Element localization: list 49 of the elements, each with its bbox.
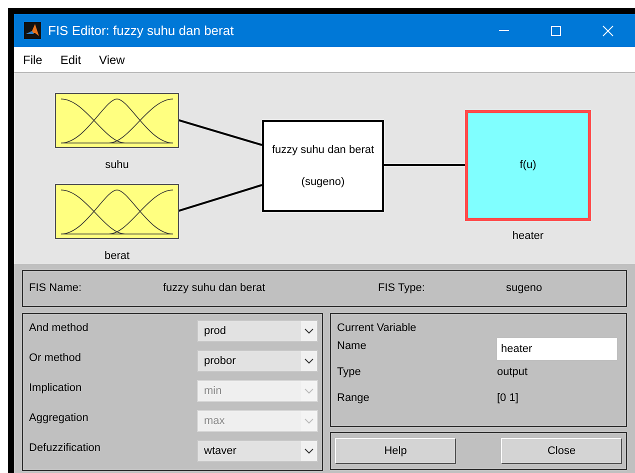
method-label: Defuzzification <box>29 441 102 456</box>
membership-function-drawing[interactable] <box>55 93 179 148</box>
dropdown-value: probor <box>203 354 237 369</box>
field-label: Name <box>337 339 368 354</box>
chevron-down-icon <box>301 351 317 371</box>
field-label: Range <box>337 391 370 406</box>
panel-title: Current Variable <box>337 321 418 336</box>
chevron-down-icon <box>301 441 317 461</box>
menu-item[interactable]: File <box>23 50 42 68</box>
dropdown-value: min <box>203 384 223 399</box>
fis-type-value: sugeno <box>506 281 542 296</box>
method-label: Or method <box>29 351 82 366</box>
dropdown-value: prod <box>203 324 228 339</box>
fis-type-label: FIS Type: <box>378 281 426 296</box>
method-label: And method <box>29 321 90 336</box>
fis-name-label: FIS Name: <box>29 281 83 296</box>
field-label: Type <box>337 365 362 380</box>
system-type: (sugeno) <box>301 175 345 190</box>
dialog-button[interactable]: Close <box>501 438 622 464</box>
dropdown-value: wtaver <box>203 444 238 459</box>
input-variable-label: berat <box>103 249 131 264</box>
maximize-icon <box>550 24 562 36</box>
method-dropdown[interactable]: wtaver <box>197 440 318 462</box>
chevron-down-icon <box>301 381 317 401</box>
method-label: Implication <box>29 381 83 396</box>
fis-name-value: fuzzy suhu dan berat <box>163 281 266 296</box>
output-block[interactable]: f(u) <box>465 110 591 221</box>
system-block[interactable]: fuzzy suhu dan berat (sugeno) <box>262 120 384 212</box>
name-input-field[interactable]: heater <box>497 338 617 360</box>
chevron-down-icon <box>301 321 317 341</box>
membership-function-drawing[interactable] <box>55 184 179 239</box>
method-label: Aggregation <box>29 411 90 426</box>
output-function-label: f(u) <box>520 158 536 174</box>
close-icon <box>602 24 614 36</box>
window-title: FIS Editor: fuzzy suhu dan berat <box>48 22 234 40</box>
field-value: [0 1] <box>497 391 518 406</box>
app-logo-icon <box>24 22 41 39</box>
menu-item[interactable]: View <box>99 50 125 68</box>
minimize-icon <box>499 30 509 31</box>
chevron-down-icon <box>301 411 317 431</box>
dropdown-value: max <box>203 414 226 429</box>
output-variable-label: heater <box>511 229 545 244</box>
method-dropdown[interactable]: prod <box>197 320 318 342</box>
input-variable-label: suhu <box>104 158 130 173</box>
method-dropdown[interactable]: probor <box>197 350 318 372</box>
field-value: output <box>497 365 528 380</box>
dialog-button[interactable]: Help <box>335 438 456 464</box>
system-name: fuzzy suhu dan berat <box>272 142 374 158</box>
menu-item[interactable]: Edit <box>60 50 82 68</box>
